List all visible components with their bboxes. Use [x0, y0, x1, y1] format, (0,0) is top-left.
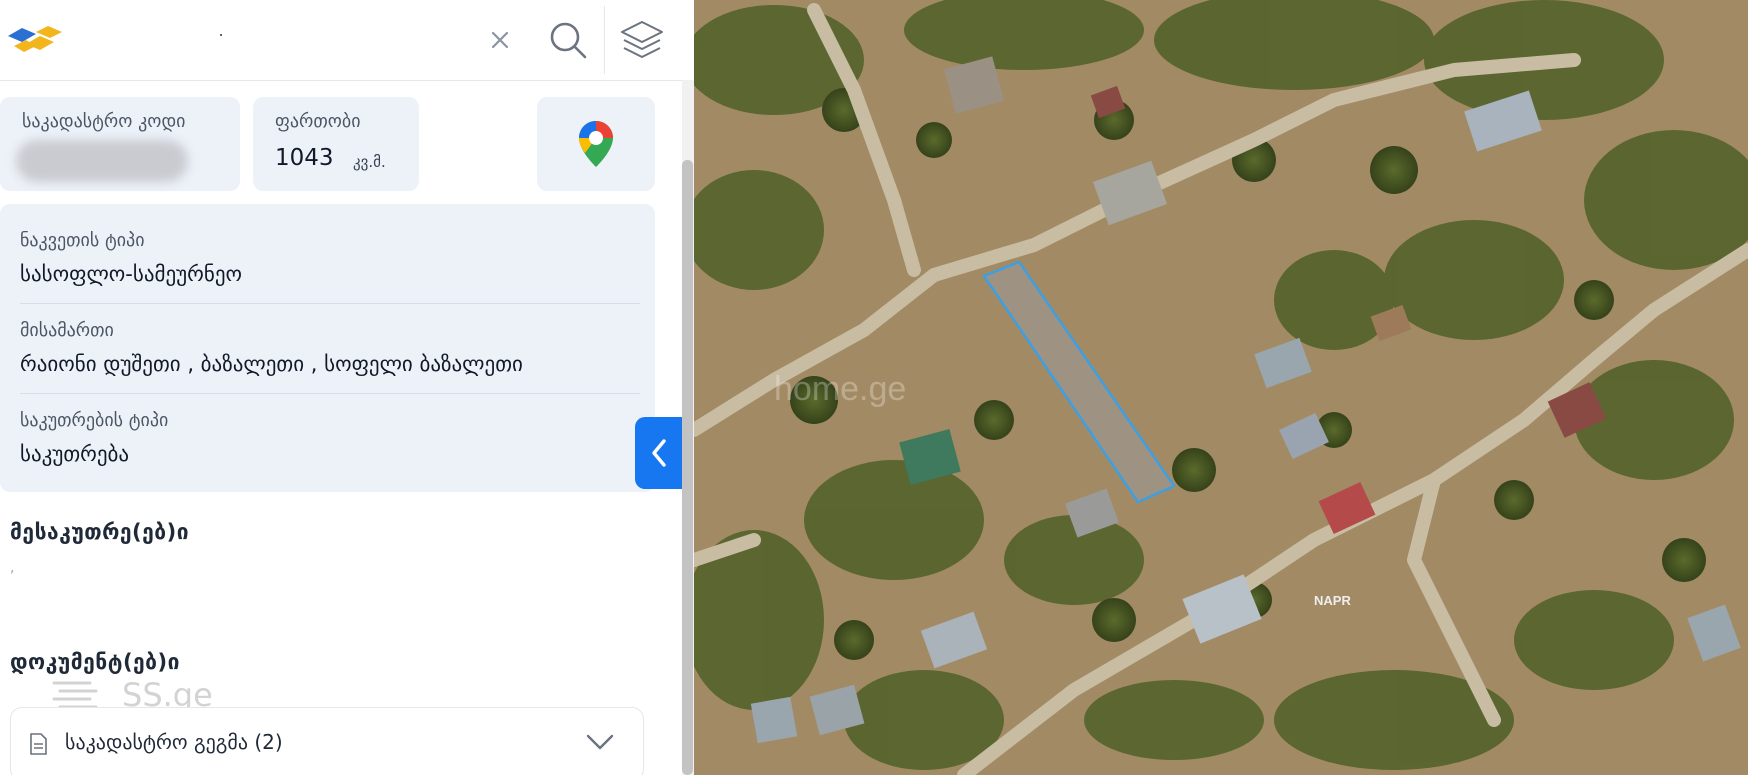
- address-label: მისამართი: [20, 320, 114, 341]
- ownership-type-value: საკუთრება: [20, 442, 130, 466]
- chevron-down-icon[interactable]: [585, 730, 615, 758]
- address-value: რაიონი დუშეთი , ბაზალეთი , სოფელი ბაზალე…: [20, 352, 523, 376]
- napr-logo-icon[interactable]: [6, 22, 64, 62]
- ownership-type-label: საკუთრების ტიპი: [20, 410, 169, 431]
- documents-title: დოკუმენტ(ებ)ი: [10, 650, 180, 674]
- home-ge-watermark: home.ge: [774, 370, 906, 408]
- satellite-map[interactable]: home.ge NAPR: [694, 0, 1748, 775]
- layers-icon[interactable]: [620, 18, 664, 62]
- area-card: ფართობი 1043 კვ.მ.: [253, 97, 419, 191]
- cadastral-code-label: საკადასტრო კოდი: [22, 111, 186, 132]
- area-label: ფართობი: [275, 111, 361, 132]
- parcel-type-label: ნაკვეთის ტიპი: [20, 230, 145, 251]
- parcel-type-value: სასოფლო-სამეურნეო: [20, 262, 242, 286]
- file-icon: [29, 733, 47, 759]
- toolbar-divider: [604, 6, 605, 74]
- cadastral-code-value-redacted: [16, 140, 188, 182]
- chevron-left-icon: [651, 439, 666, 467]
- side-panel: საკადასტრო კოდი ფართობი 1043 კვ.მ. ნაკვე…: [0, 0, 694, 775]
- napr-map-label: NAPR: [1314, 593, 1351, 608]
- scrollbar-thumb[interactable]: [682, 160, 693, 775]
- area-unit: კვ.მ.: [353, 153, 386, 171]
- search-input[interactable]: [220, 34, 222, 36]
- search-bar: [0, 0, 682, 81]
- search-icon[interactable]: [546, 18, 590, 62]
- google-maps-button[interactable]: [537, 97, 655, 191]
- divider: [20, 393, 640, 394]
- document-item-label: საკადასტრო გეგმა (2): [65, 730, 283, 754]
- map-pin-icon: [577, 119, 615, 173]
- collapse-panel-button[interactable]: [635, 417, 682, 489]
- document-item-cadastral-plan[interactable]: საკადასტრო გეგმა (2): [10, 707, 644, 775]
- close-icon[interactable]: [478, 18, 522, 62]
- owners-value: ,: [10, 560, 15, 576]
- area-value: 1043: [275, 145, 334, 171]
- parcel-details-card: ნაკვეთის ტიპი სასოფლო-სამეურნეო მისამართ…: [0, 204, 655, 492]
- divider: [20, 303, 640, 304]
- satellite-imagery: home.ge NAPR: [694, 0, 1748, 775]
- owners-title: მესაკუთრე(ებ)ი: [10, 520, 190, 544]
